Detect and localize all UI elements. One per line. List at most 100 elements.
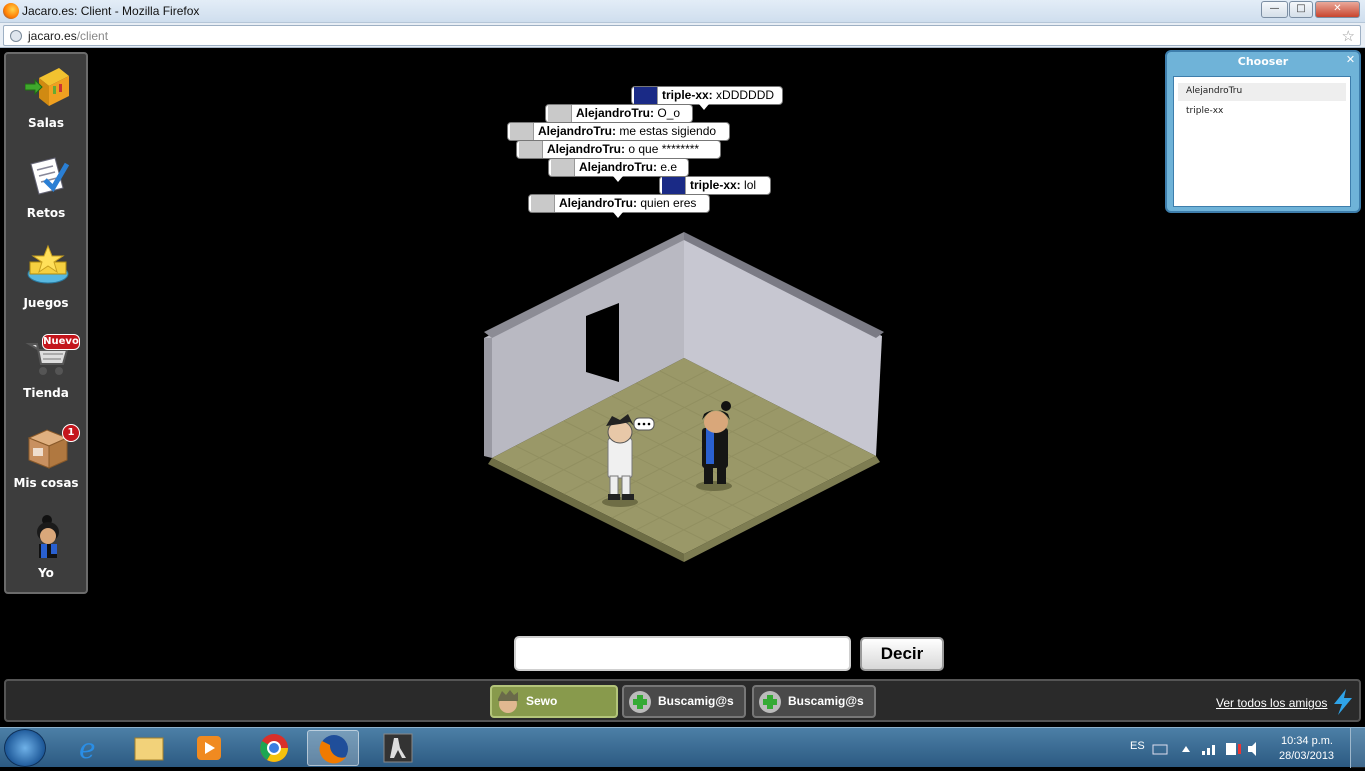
add-friend-icon — [759, 691, 781, 713]
chrome-icon[interactable] — [248, 730, 300, 766]
close-icon[interactable]: ✕ — [1344, 54, 1357, 67]
bubble-text: O_o — [657, 106, 681, 120]
lightning-icon[interactable] — [1332, 689, 1354, 715]
send-chat-button[interactable]: Decir — [860, 637, 944, 671]
bubble-avatar-icon — [548, 105, 572, 122]
clock-time[interactable]: 10:34 p.m. — [1281, 735, 1333, 747]
friend-avatar-icon — [498, 690, 518, 713]
bubble-avatar-icon — [510, 123, 534, 140]
nav-label-mis-cosas: Mis cosas — [13, 476, 79, 490]
chooser-window[interactable]: Chooser ✕ AlejandroTru triple-xx — [1165, 50, 1361, 213]
add-friend-icon — [629, 691, 651, 713]
bubble-tail — [613, 176, 623, 182]
find-friends-slot[interactable]: Buscamig@s — [752, 685, 876, 718]
chat-bubble[interactable]: AlejandroTru: me estas sigiendo — [507, 122, 730, 141]
chat-bubble[interactable]: AlejandroTru: O_o — [545, 104, 693, 123]
friends-bar: Sewo Buscamig@s Buscamig@s Ver todos los… — [4, 679, 1361, 722]
clock-date[interactable]: 28/03/2013 — [1279, 750, 1334, 762]
bubble-text: e.e — [660, 160, 678, 174]
view-all-friends-link[interactable]: Ver todos los amigos — [1216, 696, 1327, 710]
chat-bubble[interactable]: AlejandroTru: o que ******** — [516, 140, 721, 159]
rooms-icon — [25, 68, 69, 106]
bubble-avatar-icon — [662, 177, 686, 194]
language-indicator[interactable]: ES — [1130, 740, 1145, 752]
site-identity-icon[interactable] — [10, 30, 22, 42]
count-badge: 1 — [62, 424, 80, 442]
game-room[interactable] — [480, 232, 890, 562]
chat-bubble[interactable]: AlejandroTru: quien eres — [528, 194, 710, 218]
nav-label-retos: Retos — [26, 206, 66, 220]
bubble-username: AlejandroTru: — [559, 196, 638, 210]
chat-bubble[interactable]: triple-xx: lol — [659, 176, 771, 195]
svg-text:e: e — [79, 732, 96, 765]
bubble-avatar-icon — [634, 87, 658, 104]
new-badge: Nuevo — [42, 334, 80, 350]
bubble-username: triple-xx: — [662, 88, 713, 102]
nav-item-retos[interactable]: Retos — [6, 146, 86, 236]
file-explorer-icon[interactable] — [123, 730, 175, 766]
room-wall-edge — [484, 338, 492, 458]
bubble-tail — [699, 104, 709, 110]
nav-item-salas[interactable]: Salas — [6, 56, 86, 146]
os-taskbar: e ES 10:34 p.m. 28/03/2013 — [0, 727, 1365, 768]
navigation-bar: jacaro.es/client ☆ — [0, 23, 1365, 48]
bubble-username: AlejandroTru: — [547, 142, 626, 156]
games-icon — [27, 244, 69, 284]
maximize-button[interactable]: □ — [1289, 1, 1313, 18]
quests-icon — [30, 157, 70, 195]
bubble-avatar-icon — [531, 195, 555, 212]
nav-label-yo: Yo — [38, 566, 54, 580]
bookmark-star-icon[interactable]: ☆ — [1342, 27, 1355, 45]
url-path: /client — [76, 29, 109, 43]
chat-input[interactable] — [514, 636, 851, 671]
chooser-item[interactable]: triple-xx — [1178, 103, 1346, 121]
close-button[interactable]: ✕ — [1315, 1, 1360, 18]
bubble-avatar-icon — [519, 141, 543, 158]
counter-strike-icon[interactable] — [372, 730, 424, 766]
friend-name: Buscamig@s — [788, 694, 864, 708]
find-friends-slot[interactable]: Buscamig@s — [622, 685, 746, 718]
url-field[interactable]: jacaro.es/client ☆ — [3, 25, 1361, 46]
bubble-username: triple-xx: — [690, 178, 741, 192]
friend-name: Buscamig@s — [658, 694, 734, 708]
bubble-text: me estas sigiendo — [619, 124, 717, 138]
left-navigation-panel: Salas Retos Juegos Nuevo Tienda 1 Mis co… — [4, 52, 88, 594]
windows-start-icon[interactable] — [4, 729, 46, 767]
chooser-list: AlejandroTru triple-xx — [1173, 76, 1351, 207]
chooser-item[interactable]: AlejandroTru — [1178, 83, 1346, 101]
bubble-username: AlejandroTru: — [538, 124, 617, 138]
bubble-text: quien eres — [640, 196, 697, 210]
internet-explorer-icon[interactable]: e — [63, 730, 115, 766]
nav-item-juegos[interactable]: Juegos — [6, 236, 86, 326]
chooser-title: Chooser — [1237, 55, 1289, 68]
friend-name: Sewo — [526, 694, 558, 708]
bubble-text: o que ******** — [628, 142, 700, 156]
url-domain: jacaro.es — [28, 29, 77, 43]
friend-slot-sewo[interactable]: Sewo — [490, 685, 618, 718]
bubble-username: AlejandroTru: — [579, 160, 658, 174]
bubble-avatar-icon — [551, 159, 575, 176]
window-titlebar: Jacaro.es: Client - Mozilla Firefox — □ … — [0, 0, 1365, 23]
system-tray-icons[interactable] — [1152, 741, 1262, 757]
minimize-button[interactable]: — — [1261, 1, 1288, 18]
chat-bubble[interactable]: triple-xx: xDDDDDD — [631, 86, 783, 110]
bubble-text: lol — [744, 178, 757, 192]
typing-indicator — [633, 417, 655, 431]
url-text: jacaro.es/client — [28, 29, 108, 43]
show-desktop-button[interactable] — [1350, 728, 1365, 768]
user-avatar-icon — [37, 515, 59, 558]
bubble-tail — [613, 212, 623, 218]
bubble-text: xDDDDDD — [716, 88, 775, 102]
nav-item-tienda[interactable]: Nuevo Tienda — [6, 326, 86, 416]
nav-item-mis-cosas[interactable]: 1 Mis cosas — [6, 416, 86, 506]
window-title: Jacaro.es: Client - Mozilla Firefox — [22, 4, 200, 18]
nav-label-tienda: Tienda — [23, 386, 69, 400]
room-door[interactable] — [586, 303, 619, 382]
firefox-logo-icon — [3, 3, 19, 19]
nav-item-yo[interactable]: Yo — [6, 506, 86, 596]
bubble-username: AlejandroTru: — [576, 106, 655, 120]
firefox-taskbar-icon[interactable] — [307, 730, 359, 766]
nav-label-salas: Salas — [27, 116, 65, 130]
chat-bubble[interactable]: AlejandroTru: e.e — [548, 158, 689, 182]
media-player-icon[interactable] — [183, 730, 235, 766]
